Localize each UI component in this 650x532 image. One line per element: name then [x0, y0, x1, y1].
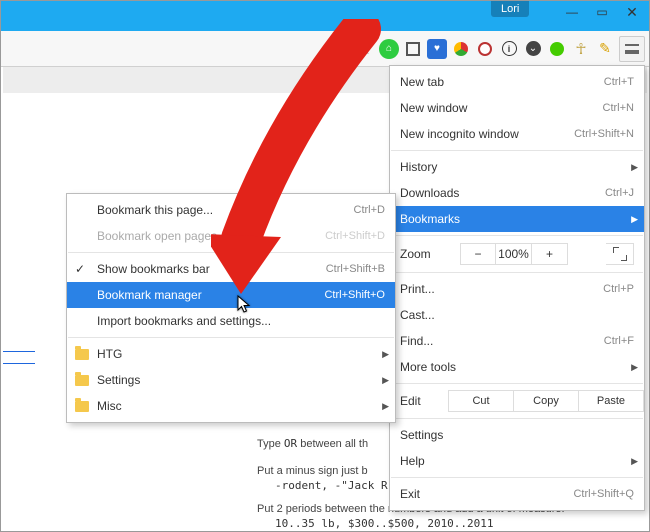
menu-item-zoom: Zoom − 100% + [390, 239, 644, 269]
cut-button[interactable]: Cut [448, 390, 514, 412]
pencil-icon[interactable]: ✎ [595, 39, 615, 59]
green-dot-icon[interactable] [547, 39, 567, 59]
submenu-item-bookmark-this-page[interactable]: Bookmark this page... Ctrl+D [67, 197, 395, 223]
menu-item-new-window[interactable]: New windowCtrl+N [390, 95, 644, 121]
hamburger-menu-button[interactable] [619, 36, 645, 62]
bookmark-star-icon[interactable]: ☆ [355, 39, 375, 59]
close-button[interactable]: ✕ [617, 1, 647, 23]
home-extension-icon[interactable]: ⌂ [379, 39, 399, 59]
submenu-item-import-bookmarks[interactable]: Import bookmarks and settings... [67, 308, 395, 334]
fullscreen-button[interactable] [606, 243, 634, 265]
main-menu: New tabCtrl+T New windowCtrl+N New incog… [389, 65, 645, 511]
bookmarks-submenu: Bookmark this page... Ctrl+D Bookmark op… [66, 193, 396, 423]
edit-label: Edit [400, 394, 448, 408]
zoom-out-button[interactable]: − [460, 243, 496, 265]
folder-icon [75, 401, 89, 412]
folder-icon [75, 349, 89, 360]
menu-item-history[interactable]: History▶ [390, 154, 644, 180]
page-rule [3, 351, 35, 352]
extension-box-icon[interactable] [403, 39, 423, 59]
menu-item-incognito[interactable]: New incognito windowCtrl+Shift+N [390, 121, 644, 147]
menu-item-cast[interactable]: Cast... [390, 302, 644, 328]
zoom-in-button[interactable]: + [532, 243, 568, 265]
page-text: Put a minus sign just b [257, 465, 368, 477]
copy-button[interactable]: Copy [514, 390, 579, 412]
submenu-arrow-icon: ▶ [631, 456, 638, 467]
menu-item-more-tools[interactable]: More tools▶ [390, 354, 644, 380]
submenu-item-bookmark-manager[interactable]: Bookmark manager Ctrl+Shift+O [67, 282, 395, 308]
page-text: -rodent, -"Jack R [275, 479, 388, 492]
menu-separator [391, 418, 643, 419]
paste-button[interactable]: Paste [579, 390, 644, 412]
page-text: Type OR between all th [257, 437, 368, 450]
submenu-item-show-bookmarks-bar[interactable]: ✓ Show bookmarks bar Ctrl+Shift+B [67, 256, 395, 282]
submenu-folder-htg[interactable]: HTG ▶ [67, 341, 395, 367]
profile-badge[interactable]: Lori [491, 1, 529, 17]
submenu-arrow-icon: ▶ [382, 349, 389, 360]
fullscreen-icon [613, 247, 627, 261]
menu-separator [391, 383, 643, 384]
submenu-folder-misc[interactable]: Misc ▶ [67, 393, 395, 419]
maximize-button[interactable]: ▭ [587, 1, 617, 23]
folder-icon [75, 375, 89, 386]
menu-separator [391, 477, 643, 478]
shield-extension-icon[interactable]: ♥ [427, 39, 447, 59]
submenu-arrow-icon: ▶ [382, 375, 389, 386]
window-controls: — ▭ ✕ [557, 1, 647, 23]
red-ring-icon[interactable] [475, 39, 495, 59]
minimize-button[interactable]: — [557, 1, 587, 23]
submenu-arrow-icon: ▶ [631, 362, 638, 373]
submenu-arrow-icon: ▶ [382, 401, 389, 412]
ankh-icon[interactable]: ☥ [571, 39, 591, 59]
menu-separator [391, 235, 643, 236]
browser-toolbar: ☆ ⌂ ♥ i ⌄ ☥ ✎ [1, 31, 649, 67]
submenu-item-bookmark-open-pages: Bookmark open pages... Ctrl+Shift+D [67, 223, 395, 249]
info-icon[interactable]: i [499, 39, 519, 59]
zoom-value: 100% [496, 243, 532, 265]
chrome-ball-icon[interactable] [451, 39, 471, 59]
menu-item-new-tab[interactable]: New tabCtrl+T [390, 69, 644, 95]
page-text: 10..35 lb, $300..$500, 2010..2011 [275, 517, 494, 530]
menu-item-edit: Edit Cut Copy Paste [390, 387, 644, 415]
menu-item-downloads[interactable]: DownloadsCtrl+J [390, 180, 644, 206]
menu-separator [68, 337, 394, 338]
submenu-arrow-icon: ▶ [631, 214, 638, 225]
menu-item-print[interactable]: Print...Ctrl+P [390, 276, 644, 302]
zoom-label: Zoom [400, 247, 460, 261]
menu-item-bookmarks[interactable]: Bookmarks▶ [390, 206, 644, 232]
menu-item-exit[interactable]: ExitCtrl+Shift+Q [390, 481, 644, 507]
menu-item-find[interactable]: Find...Ctrl+F [390, 328, 644, 354]
menu-separator [391, 150, 643, 151]
menu-item-help[interactable]: Help▶ [390, 448, 644, 474]
menu-item-settings[interactable]: Settings [390, 422, 644, 448]
menu-separator [391, 272, 643, 273]
menu-separator [68, 252, 394, 253]
page-rule [3, 363, 35, 364]
submenu-folder-settings[interactable]: Settings ▶ [67, 367, 395, 393]
submenu-arrow-icon: ▶ [631, 162, 638, 173]
checkmark-icon: ✓ [75, 262, 85, 276]
window-titlebar: Lori — ▭ ✕ [1, 1, 649, 31]
pocket-icon[interactable]: ⌄ [523, 39, 543, 59]
